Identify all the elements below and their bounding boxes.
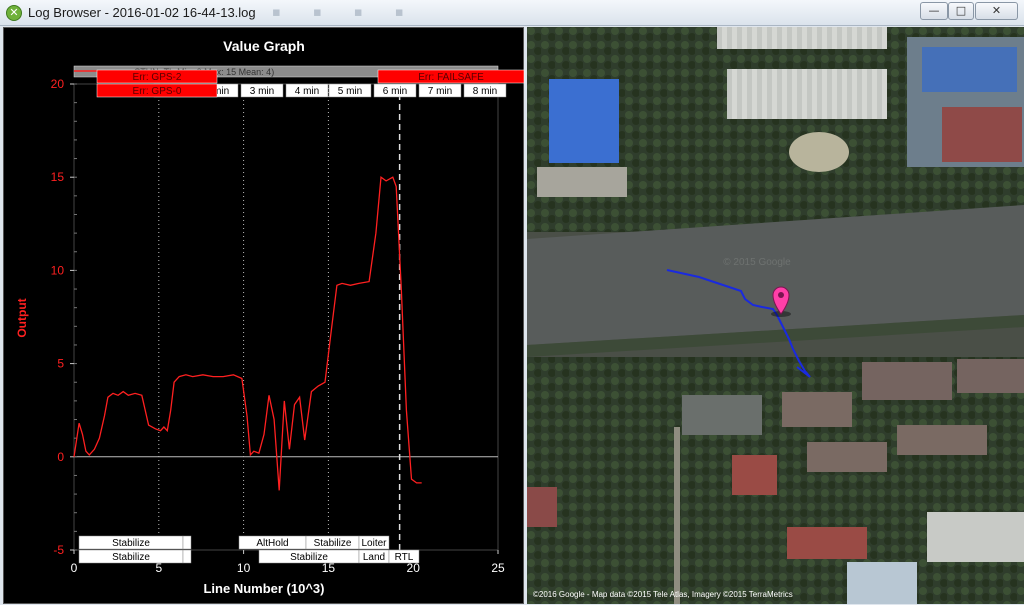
flight-mode-label: Stabilize — [314, 538, 352, 549]
time-mark-label: 3 min — [250, 86, 274, 97]
flight-mode-label: RTL — [395, 552, 414, 563]
location-pin-icon[interactable] — [771, 286, 791, 317]
y-tick-label: 0 — [57, 450, 64, 464]
building-south-2 — [862, 362, 952, 400]
time-mark-label: 5 min — [338, 86, 362, 97]
blue-roof-building — [549, 79, 619, 163]
flight-mode-label: Stabilize — [112, 552, 150, 563]
time-mark-label: 4 min — [295, 86, 319, 97]
building-south-4 — [782, 392, 852, 427]
y-tick-label: -5 — [53, 543, 64, 557]
apartment-block-north — [727, 69, 887, 119]
time-mark-label: 7 min — [428, 86, 452, 97]
open-field — [789, 132, 849, 172]
window-title: Log Browser - 2016-01-02 16-44-13.log — [28, 5, 256, 20]
building-south-3 — [957, 359, 1024, 393]
flight-mode-label: Land — [363, 552, 385, 563]
x-tick-label: 0 — [71, 561, 78, 575]
error-marker-label: Err: GPS-2 — [133, 72, 182, 83]
flight-mode-label: Stabilize — [290, 552, 328, 563]
graph-title: Value Graph — [223, 38, 305, 54]
building-south-6 — [897, 425, 987, 455]
x-tick-label: 25 — [491, 561, 505, 575]
warehouse-roof — [537, 167, 627, 197]
plot-frame — [73, 83, 499, 551]
y-tick-label: 20 — [51, 77, 65, 91]
y-tick-label: 15 — [51, 170, 65, 184]
close-button[interactable]: ✕ — [975, 2, 1018, 20]
error-marker-label: Err: GPS-0 — [133, 86, 182, 97]
minimize-button[interactable]: — — [920, 2, 948, 20]
apartment-block-top — [717, 27, 887, 49]
red-roof-west — [527, 487, 557, 527]
flight-mode-label: AltHold — [256, 538, 288, 549]
building-south-1 — [682, 395, 762, 435]
window-titlebar: ✕ Log Browser - 2016-01-02 16-44-13.log … — [0, 0, 1024, 26]
value-graph-chart[interactable]: Value Graph Line Number (10^3) Output -5… — [4, 28, 525, 605]
titlebar-ghost-icons: ▪ ▪ ▪ ▪ — [272, 5, 418, 20]
red-roof-house — [732, 455, 777, 495]
flight-mode-box — [182, 549, 192, 564]
light-blue-roof — [847, 562, 917, 604]
factory-red-roof — [942, 107, 1022, 162]
app-logo-icon: ✕ — [6, 5, 22, 21]
map-copyright: ©2016 Google - Map data ©2015 Tele Atlas… — [533, 590, 793, 599]
x-axis-label: Line Number (10^3) — [203, 581, 324, 596]
time-mark-label: 6 min — [383, 86, 407, 97]
x-tick-label: 10 — [237, 561, 251, 575]
flight-mode-label: Loiter — [361, 538, 387, 549]
flight-mode-label: Stabilize — [112, 538, 150, 549]
flight-mode-box — [182, 535, 192, 550]
satellite-map[interactable]: © 2015 Google ©2016 Google - Map data ©2… — [527, 27, 1024, 604]
y-tick-label: 10 — [51, 263, 65, 277]
red-roof-building-south — [787, 527, 867, 559]
white-roof-building — [927, 512, 1024, 562]
building-south-5 — [807, 442, 887, 472]
value-graph-panel[interactable]: Value Graph Line Number (10^3) Output -5… — [3, 27, 525, 605]
maximize-button[interactable]: □ — [948, 2, 974, 20]
satellite-map-panel[interactable]: © 2015 Google ©2016 Google - Map data ©2… — [527, 27, 1024, 604]
series-line — [73, 176, 422, 491]
error-marker-label: Err: FAILSAFE — [418, 72, 484, 83]
y-tick-label: 5 — [57, 357, 64, 371]
y-axis-label: Output — [15, 298, 29, 337]
map-watermark: © 2015 Google — [723, 257, 791, 268]
factory-blue-roof — [922, 47, 1017, 92]
time-mark-label: 8 min — [473, 86, 497, 97]
